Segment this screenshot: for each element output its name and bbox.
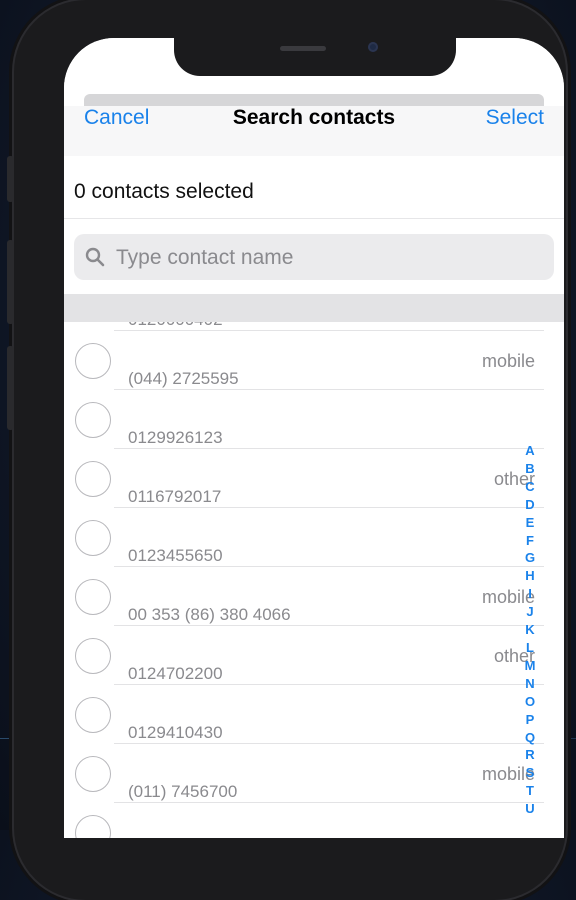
contact-row[interactable]: 0129410430 [64,685,564,744]
selected-count-label: 0 contacts selected [74,180,254,203]
contact-row[interactable]: 0123455650 [64,508,564,567]
contact-row[interactable]: (044) 2725595 mobile [64,331,564,390]
index-letter-j[interactable]: J [520,603,540,621]
phone-notch [174,38,456,76]
index-letter-r[interactable]: R [520,746,540,764]
search-input[interactable] [114,234,538,282]
index-letter-p[interactable]: P [520,711,540,729]
contact-row[interactable]: 00 353 (86) 380 4066 mobile [64,567,564,626]
select-radio[interactable] [75,579,111,615]
navigation-bar: Cancel Search contacts Select [64,106,564,157]
contact-number: 0129410430 [128,723,223,742]
volume-down-button [7,346,14,430]
select-radio[interactable] [75,520,111,556]
contact-row[interactable]: 0124702200 other [64,626,564,685]
select-radio[interactable] [75,343,111,379]
select-radio[interactable] [75,697,111,733]
select-radio[interactable] [75,815,111,838]
index-letter-h[interactable]: H [520,567,540,585]
sheet-stack-edge [84,94,544,106]
contact-row[interactable] [64,803,564,838]
index-letter-c[interactable]: C [520,478,540,496]
volume-up-button [7,240,14,324]
contact-number: 0124702200 [128,664,223,683]
speaker-grille [280,46,326,51]
select-radio[interactable] [75,402,111,438]
index-letter-f[interactable]: F [520,532,540,550]
index-letter-t[interactable]: T [520,782,540,800]
contact-number: (011) 7456700 [128,782,238,801]
select-radio[interactable] [75,638,111,674]
selection-summary: 0 contacts selected [64,156,564,219]
contact-row[interactable]: (011) 7456700 mobile [64,744,564,803]
phone-frame: Cancel Search contacts Select 0 contacts… [14,0,566,900]
contact-number: 0116792017 [128,487,222,506]
index-letter-e[interactable]: E [520,514,540,532]
phone-screen: Cancel Search contacts Select 0 contacts… [64,38,564,838]
index-letter-k[interactable]: K [520,621,540,639]
contact-row[interactable]: 0116792017 other [64,449,564,508]
select-button[interactable]: Select [486,106,544,130]
index-letter-g[interactable]: G [520,549,540,567]
index-letter-l[interactable]: L [520,639,540,657]
index-letter-o[interactable]: O [520,693,540,711]
contact-number: 00 353 (86) 380 4066 [128,605,291,624]
index-letter-a[interactable]: A [520,442,540,460]
contact-number: 0120000402 [128,322,223,330]
index-letter-n[interactable]: N [520,675,540,693]
contact-row[interactable]: 0129926123 [64,390,564,449]
search-icon [85,247,105,267]
index-letter-b[interactable]: B [520,460,540,478]
contact-number: (044) 2725595 [128,369,239,388]
mute-switch [7,156,14,202]
contact-type: mobile [481,351,535,371]
front-camera [368,42,378,52]
contact-number: 0123455650 [128,546,223,565]
index-letter-u[interactable]: U [520,800,540,818]
contact-list: 0120000402 (044) 2725595 mobile 01299261… [64,322,564,838]
index-letter-q[interactable]: Q [520,729,540,747]
index-letter-d[interactable]: D [520,496,540,514]
index-letter-s[interactable]: S [520,764,540,782]
select-radio[interactable] [75,756,111,792]
alphabet-index[interactable]: A B C D E F G H I J K L M N O P Q R S T … [520,442,540,818]
section-header [64,294,564,322]
search-bar[interactable] [74,234,554,282]
select-radio[interactable] [75,461,111,497]
contact-number: 0129926123 [128,428,223,447]
index-letter-m[interactable]: M [520,657,540,675]
index-letter-i[interactable]: I [520,585,540,603]
